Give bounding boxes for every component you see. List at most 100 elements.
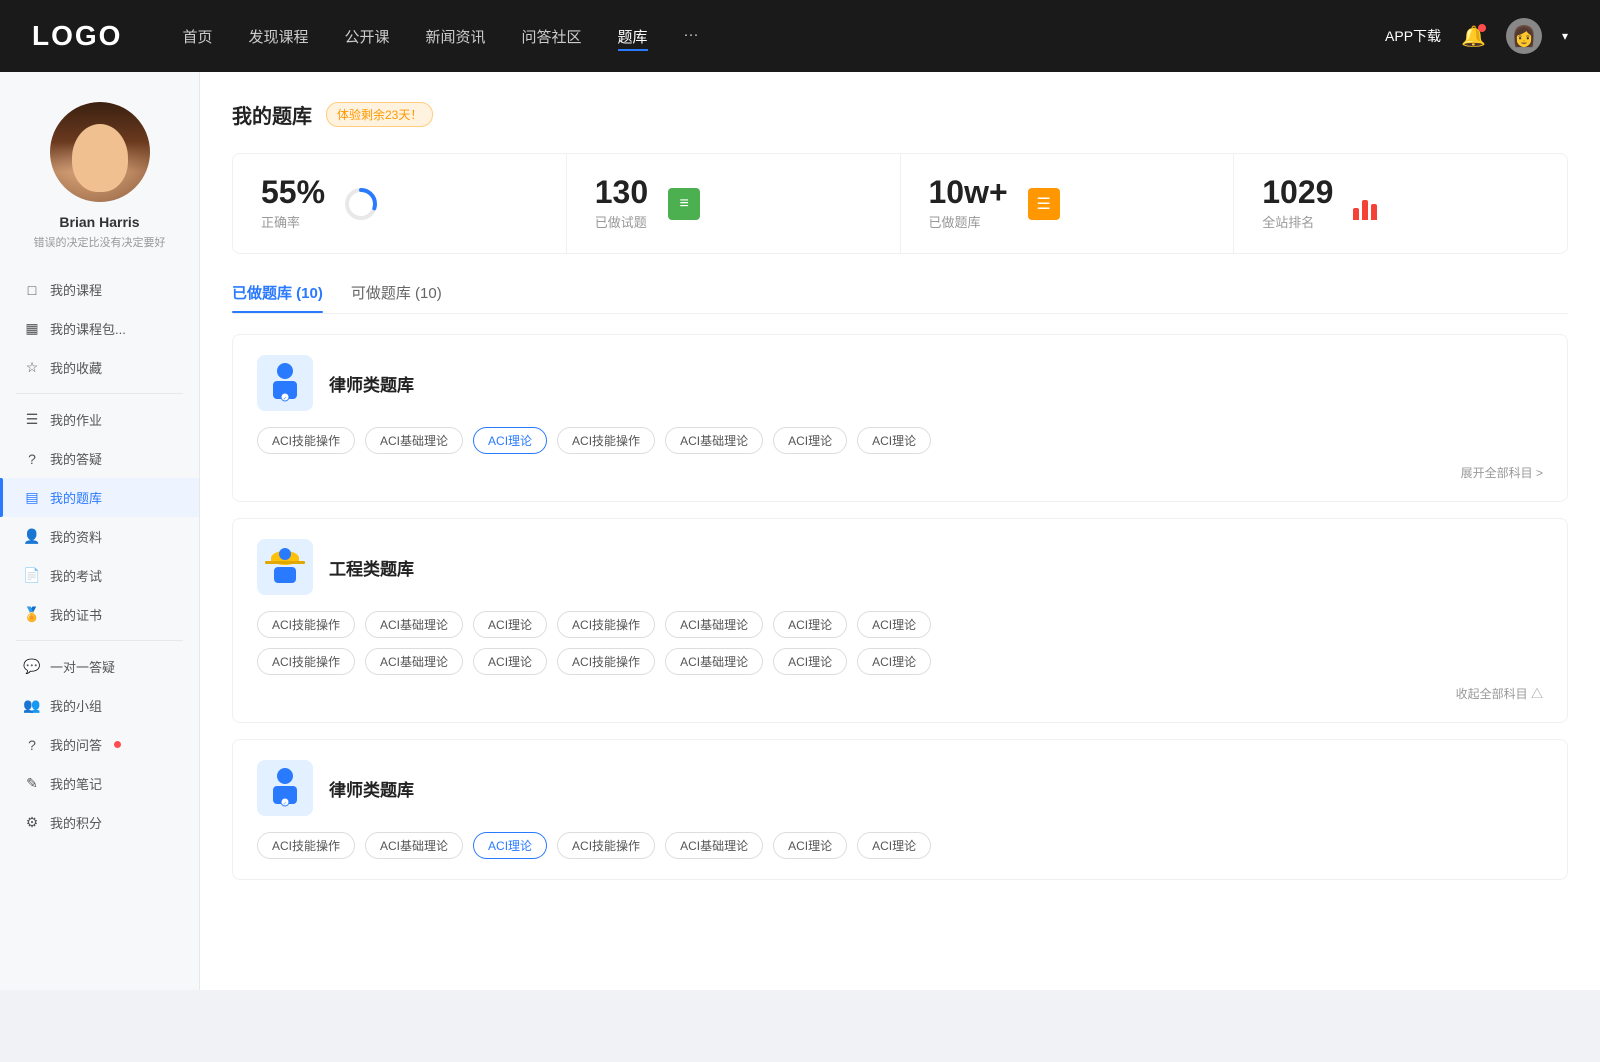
expand-link-1[interactable]: 展开全部科目 >: [257, 464, 1543, 481]
stat-correct-label: 正确率: [261, 212, 325, 231]
engineer-icon: [257, 539, 313, 595]
sidebar-item-group[interactable]: 👥 我的小组: [0, 686, 199, 725]
eng-tag-13[interactable]: ACI理论: [857, 648, 931, 675]
eng-tag-3[interactable]: ACI技能操作: [557, 611, 655, 638]
tab-done-banks[interactable]: 已做题库 (10): [232, 282, 323, 313]
sidebar-avatar: [50, 102, 150, 202]
qb-title-engineer: 工程类题库: [329, 555, 414, 580]
l2-tag-4[interactable]: ACI基础理论: [665, 832, 763, 859]
collapse-link[interactable]: 收起全部科目 △: [257, 685, 1543, 702]
sidebar-menu: □ 我的课程 ▦ 我的课程包... ☆ 我的收藏 ☰ 我的作业 ? 我的答疑 ▤: [0, 270, 199, 842]
l2-tag-2[interactable]: ACI理论: [473, 832, 547, 859]
user-avatar[interactable]: 👩: [1506, 18, 1542, 54]
favorites-icon: ☆: [24, 360, 40, 376]
eng-tag-5[interactable]: ACI理论: [773, 611, 847, 638]
group-label: 我的小组: [50, 696, 102, 715]
lawyer-svg-1: ✓: [265, 361, 305, 405]
courses-label: 我的课程: [50, 280, 102, 299]
eng-tag-2[interactable]: ACI理论: [473, 611, 547, 638]
app-download-button[interactable]: APP下载: [1385, 26, 1441, 46]
eng-tag-7[interactable]: ACI技能操作: [257, 648, 355, 675]
stat-rank-value: 1029: [1262, 176, 1333, 208]
bar-3: [1371, 204, 1377, 220]
user-menu-chevron[interactable]: ▾: [1562, 29, 1568, 43]
tags-row-lawyer-2: ACI技能操作 ACI基础理论 ACI理论 ACI技能操作 ACI基础理论 AC…: [257, 832, 1543, 859]
quizbank-icon: ▤: [24, 490, 40, 506]
list-icon: ☰: [1028, 188, 1060, 220]
sidebar: Brian Harris 错误的决定比没有决定要好 □ 我的课程 ▦ 我的课程包…: [0, 72, 200, 990]
nav-link-quiz[interactable]: 题库: [618, 22, 648, 51]
nav-link-qa[interactable]: 问答社区: [522, 22, 582, 51]
l2-tag-5[interactable]: ACI理论: [773, 832, 847, 859]
bar-chart-icon: [1353, 188, 1385, 220]
sidebar-item-one-on-one[interactable]: 💬 一对一答疑: [0, 647, 199, 686]
nav-link-discover[interactable]: 发现课程: [248, 22, 308, 51]
eng-tag-6[interactable]: ACI理论: [857, 611, 931, 638]
sidebar-item-certificates[interactable]: 🏅 我的证书: [0, 595, 199, 634]
nav-links: 首页 发现课程 公开课 新闻资讯 问答社区 题库 ···: [182, 22, 1385, 51]
sidebar-item-courses[interactable]: □ 我的课程: [0, 270, 199, 309]
quizbank-label: 我的题库: [50, 488, 102, 507]
qb-section-header-2: 工程类题库: [257, 539, 1543, 595]
group-icon: 👥: [24, 698, 40, 714]
sidebar-item-my-qa[interactable]: ? 我的问答: [0, 725, 199, 764]
one-on-one-label: 一对一答疑: [50, 657, 115, 676]
notes-label: 我的笔记: [50, 774, 102, 793]
tag-4[interactable]: ACI基础理论: [665, 427, 763, 454]
avatar-face: [72, 124, 128, 192]
tag-5[interactable]: ACI理论: [773, 427, 847, 454]
stat-done-tests-text: 130 已做试题: [595, 176, 648, 231]
tag-1[interactable]: ACI基础理论: [365, 427, 463, 454]
stat-rank-icon: [1349, 184, 1389, 224]
sidebar-item-questions[interactable]: ? 我的答疑: [0, 439, 199, 478]
nav-link-news[interactable]: 新闻资讯: [426, 22, 486, 51]
page-header: 我的题库 体验剩余23天！: [232, 100, 1568, 129]
sidebar-item-course-packages[interactable]: ▦ 我的课程包...: [0, 309, 199, 348]
stat-done-banks-label: 已做题库: [929, 212, 1008, 231]
nav-link-open[interactable]: 公开课: [344, 22, 389, 51]
points-label: 我的积分: [50, 813, 102, 832]
certificates-icon: 🏅: [24, 607, 40, 623]
sidebar-divider-1: [16, 393, 183, 394]
nav-logo: LOGO: [32, 20, 122, 52]
sidebar-item-points[interactable]: ⚙ 我的积分: [0, 803, 199, 842]
notification-bell[interactable]: 🔔: [1461, 24, 1486, 49]
eng-tag-0[interactable]: ACI技能操作: [257, 611, 355, 638]
stat-done-tests-icon: ≡: [664, 184, 704, 224]
navbar: LOGO 首页 发现课程 公开课 新闻资讯 问答社区 题库 ··· APP下载 …: [0, 0, 1600, 72]
sidebar-item-notes[interactable]: ✎ 我的笔记: [0, 764, 199, 803]
main-content: 我的题库 体验剩余23天！ 55% 正确率: [200, 72, 1600, 990]
tag-3[interactable]: ACI技能操作: [557, 427, 655, 454]
tab-available-banks[interactable]: 可做题库 (10): [351, 282, 442, 313]
tag-6[interactable]: ACI理论: [857, 427, 931, 454]
nav-link-more[interactable]: ···: [684, 22, 699, 51]
l2-tag-0[interactable]: ACI技能操作: [257, 832, 355, 859]
eng-tag-10[interactable]: ACI技能操作: [557, 648, 655, 675]
eng-tag-1[interactable]: ACI基础理论: [365, 611, 463, 638]
notification-dot: [1478, 24, 1486, 32]
bar-1: [1353, 208, 1359, 220]
l2-tag-3[interactable]: ACI技能操作: [557, 832, 655, 859]
questions-label: 我的答疑: [50, 449, 102, 468]
eng-tag-11[interactable]: ACI基础理论: [665, 648, 763, 675]
eng-tag-9[interactable]: ACI理论: [473, 648, 547, 675]
tags-row-engineer-2: ACI技能操作 ACI基础理论 ACI理论 ACI技能操作 ACI基础理论 AC…: [257, 648, 1543, 675]
qb-title-lawyer-1: 律师类题库: [329, 371, 414, 396]
l2-tag-6[interactable]: ACI理论: [857, 832, 931, 859]
l2-tag-1[interactable]: ACI基础理论: [365, 832, 463, 859]
nav-link-home[interactable]: 首页: [182, 22, 212, 51]
eng-tag-4[interactable]: ACI基础理论: [665, 611, 763, 638]
sidebar-user-motto: 错误的决定比没有决定要好: [18, 234, 182, 250]
sidebar-item-exams[interactable]: 📄 我的考试: [0, 556, 199, 595]
tag-0[interactable]: ACI技能操作: [257, 427, 355, 454]
tag-2[interactable]: ACI理论: [473, 427, 547, 454]
sidebar-item-favorites[interactable]: ☆ 我的收藏: [0, 348, 199, 387]
sidebar-item-quizbank[interactable]: ▤ 我的题库: [0, 478, 199, 517]
eng-tag-8[interactable]: ACI基础理论: [365, 648, 463, 675]
qb-section-lawyer-2: ✓ 律师类题库 ACI技能操作 ACI基础理论 ACI理论 ACI技能操作 AC…: [232, 739, 1568, 880]
sidebar-item-profile[interactable]: 👤 我的资料: [0, 517, 199, 556]
notes-icon: ✎: [24, 776, 40, 792]
eng-tag-12[interactable]: ACI理论: [773, 648, 847, 675]
sidebar-item-homework[interactable]: ☰ 我的作业: [0, 400, 199, 439]
stat-rank-label: 全站排名: [1262, 212, 1333, 231]
